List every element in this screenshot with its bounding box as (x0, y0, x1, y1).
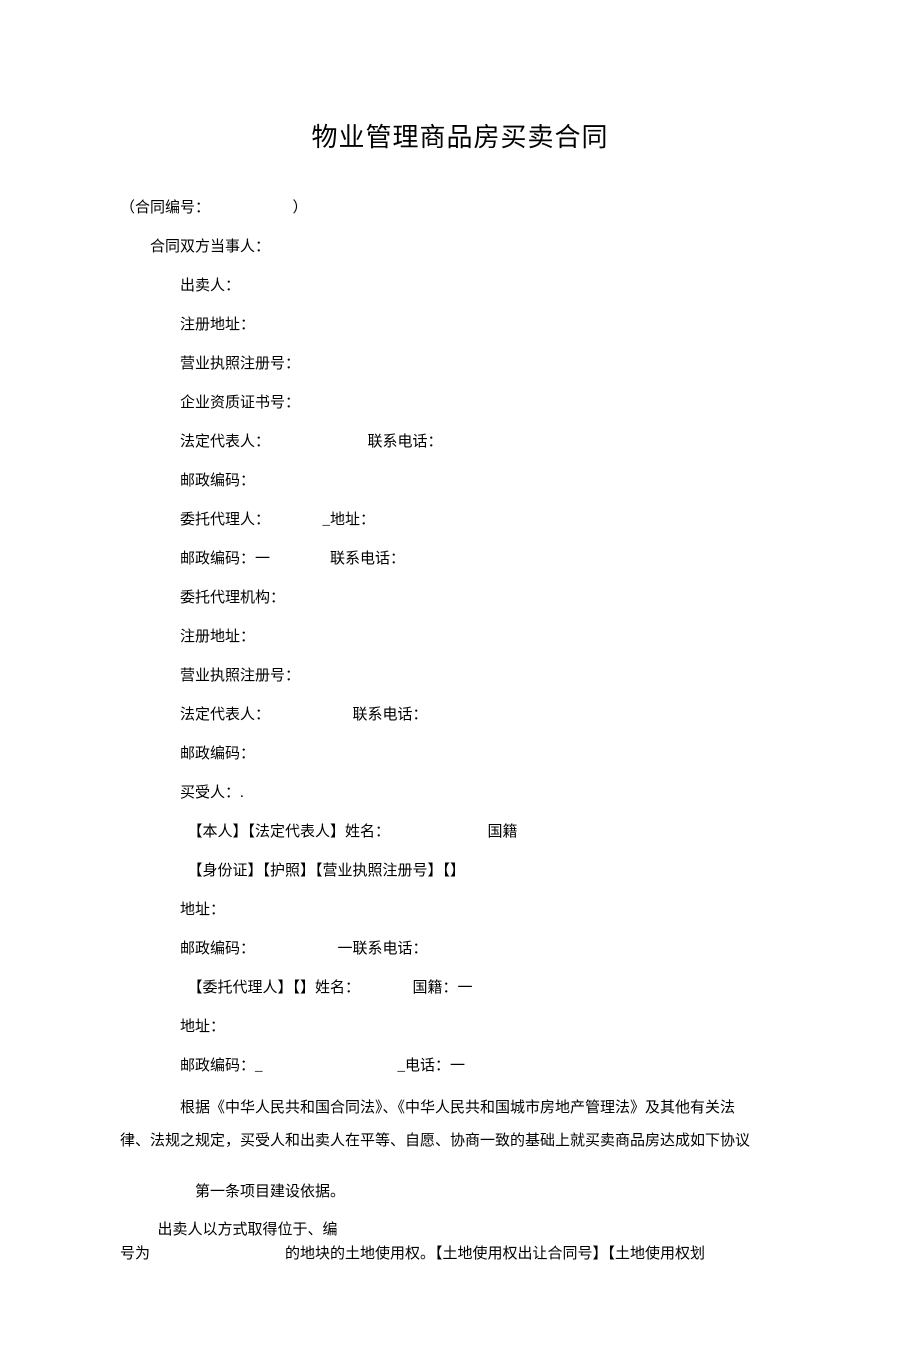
buyer-id: 【身份证】【护照】【营业执照注册号】【】 (120, 852, 800, 891)
seller-qualification-no: 企业资质证书号： (120, 384, 800, 423)
parties-heading: 合同双方当事人： (120, 228, 800, 267)
contract-number-line: （合同编号： ） (120, 189, 800, 228)
buyer-agent-name: 【委托代理人】【】姓名： 国籍：一 (120, 969, 800, 1008)
seller-legal-rep: 法定代表人： 联系电话： (120, 423, 800, 462)
buyer-label: 买受人：. (120, 774, 800, 813)
document-title: 物业管理商品房买卖合同 (120, 117, 800, 154)
basis-text: 根据《中华人民共和国合同法》、《中华人民共和国城市房地产管理法》及其他有关法律、… (120, 1100, 750, 1149)
seller-postcode: 邮政编码： (120, 462, 800, 501)
seller-agent-org: 委托代理机构： (120, 579, 800, 618)
seller-agent-license: 营业执照注册号： (120, 657, 800, 696)
seller-agent-post-tel: 邮政编码：一 联系电话： (120, 540, 800, 579)
basis-paragraph: 根据《中华人民共和国合同法》、《中华人民共和国城市房地产管理法》及其他有关法律、… (120, 1092, 800, 1158)
seller-reg-addr: 注册地址： (120, 306, 800, 345)
buyer-post-tel: 邮政编码： 一联系电话： (120, 930, 800, 969)
buyer-agent-addr: 地址： (120, 1008, 800, 1047)
seller-agent-reg-addr: 注册地址： (120, 618, 800, 657)
seller-license-no: 营业执照注册号： (120, 345, 800, 384)
seller-agent-postcode: 邮政编码： (120, 735, 800, 774)
seller-agent-legal-rep: 法定代表人： 联系电话： (120, 696, 800, 735)
buyer-name: 【本人】【法定代表人】姓名： 国籍 (120, 813, 800, 852)
last-line-2: 号为 的地块的土地使用权。【土地使用权出让合同号】【土地使用权划 (120, 1242, 800, 1266)
seller-agent: 委托代理人： _地址： (120, 501, 800, 540)
last-line-1: 出卖人以方式取得位于、编 (120, 1218, 800, 1242)
buyer-agent-post-tel: 邮政编码：_ _电话：一 (120, 1047, 800, 1086)
article-1: 第一条项目建设依据。 (120, 1173, 800, 1212)
buyer-addr: 地址： (120, 891, 800, 930)
seller-label: 出卖人： (120, 267, 800, 306)
